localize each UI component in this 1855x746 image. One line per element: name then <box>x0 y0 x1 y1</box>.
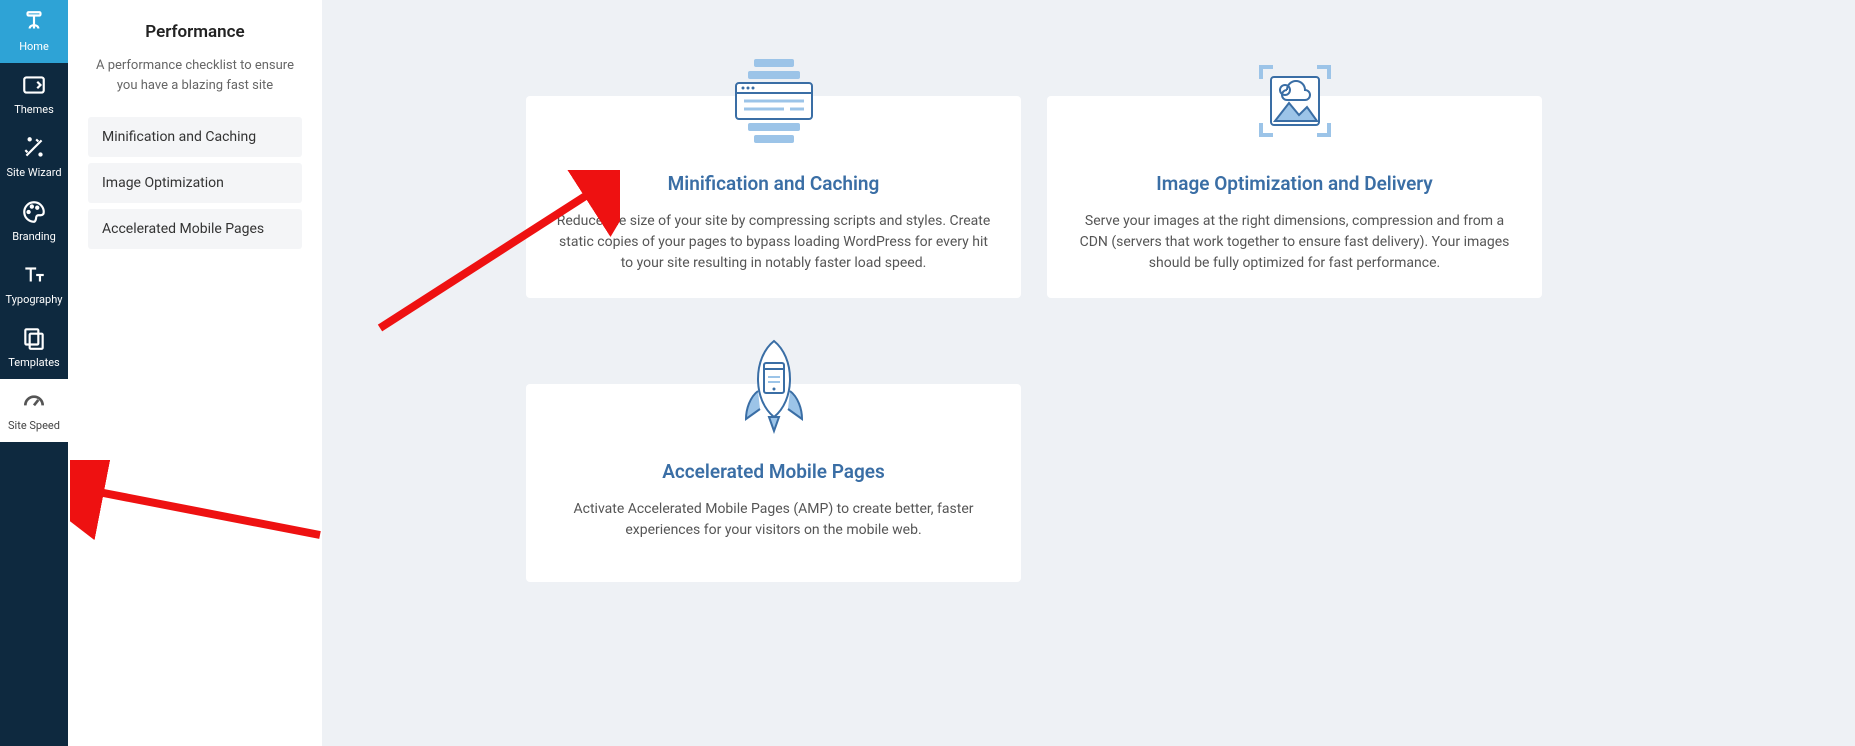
mainnav-item-label: Site Wizard <box>6 166 61 179</box>
subpanel-title: Performance <box>88 22 302 42</box>
templates-icon <box>18 326 50 350</box>
card-imageopt[interactable]: Image Optimization and Delivery Serve yo… <box>1047 96 1542 298</box>
sub-panel: Performance A performance checklist to e… <box>68 0 322 746</box>
card-title: Image Optimization and Delivery <box>1075 172 1514 195</box>
card-wrap: Minification and Caching Reduce the size… <box>526 36 1021 298</box>
mainnav-item-templates[interactable]: Templates <box>0 316 68 379</box>
subpanel-item-label: Image Optimization <box>102 175 224 191</box>
card-text: Activate Accelerated Mobile Pages (AMP) … <box>554 499 993 541</box>
mainnav-item-themes[interactable]: Themes <box>0 63 68 126</box>
subpanel-item-amp[interactable]: Accelerated Mobile Pages <box>88 209 302 249</box>
mainnav-item-label: Typography <box>6 293 63 306</box>
rocket-icon <box>714 329 834 449</box>
card-minification[interactable]: Minification and Caching Reduce the size… <box>526 96 1021 298</box>
card-text: Serve your images at the right dimension… <box>1075 211 1514 274</box>
card-amp[interactable]: Accelerated Mobile Pages Activate Accele… <box>526 384 1021 582</box>
card-title: Minification and Caching <box>554 172 993 195</box>
mainnav-item-label: Site Speed <box>8 419 60 432</box>
card-wrap: Accelerated Mobile Pages Activate Accele… <box>526 324 1021 582</box>
subpanel-item-label: Minification and Caching <box>102 129 256 145</box>
mainnav-item-label: Themes <box>14 103 54 116</box>
mainnav-item-sitespeed[interactable]: Site Speed <box>0 379 68 442</box>
mainnav-item-sitewizard[interactable]: Site Wizard <box>0 126 68 189</box>
main-nav: Home Themes Site Wizard Branding Typogra… <box>0 0 68 746</box>
mainnav-item-label: Branding <box>12 230 56 243</box>
mainnav-item-label: Home <box>19 40 49 53</box>
mainnav-item-typography[interactable]: Typography <box>0 253 68 316</box>
wand-icon <box>18 136 50 160</box>
subpanel-item-label: Accelerated Mobile Pages <box>102 221 264 237</box>
card-wrap: Image Optimization and Delivery Serve yo… <box>1047 36 1542 298</box>
card-title: Accelerated Mobile Pages <box>554 460 993 483</box>
palette-icon <box>18 200 50 224</box>
themes-icon <box>18 73 50 97</box>
typography-icon <box>18 263 50 287</box>
subpanel-description: A performance checklist to ensure you ha… <box>88 56 302 95</box>
content-area: Minification and Caching Reduce the size… <box>322 0 1855 746</box>
card-grid: Minification and Caching Reduce the size… <box>526 36 1803 582</box>
stack-icon <box>714 41 834 161</box>
mainnav-item-home[interactable]: Home <box>0 0 68 63</box>
card-text: Reduce the size of your site by compress… <box>554 211 993 274</box>
mainnav-item-label: Templates <box>8 356 59 369</box>
subpanel-item-minification[interactable]: Minification and Caching <box>88 117 302 157</box>
home-icon <box>18 10 50 34</box>
subpanel-item-imageopt[interactable]: Image Optimization <box>88 163 302 203</box>
gauge-icon <box>18 389 50 413</box>
mainnav-item-branding[interactable]: Branding <box>0 190 68 253</box>
picture-icon <box>1235 41 1355 161</box>
